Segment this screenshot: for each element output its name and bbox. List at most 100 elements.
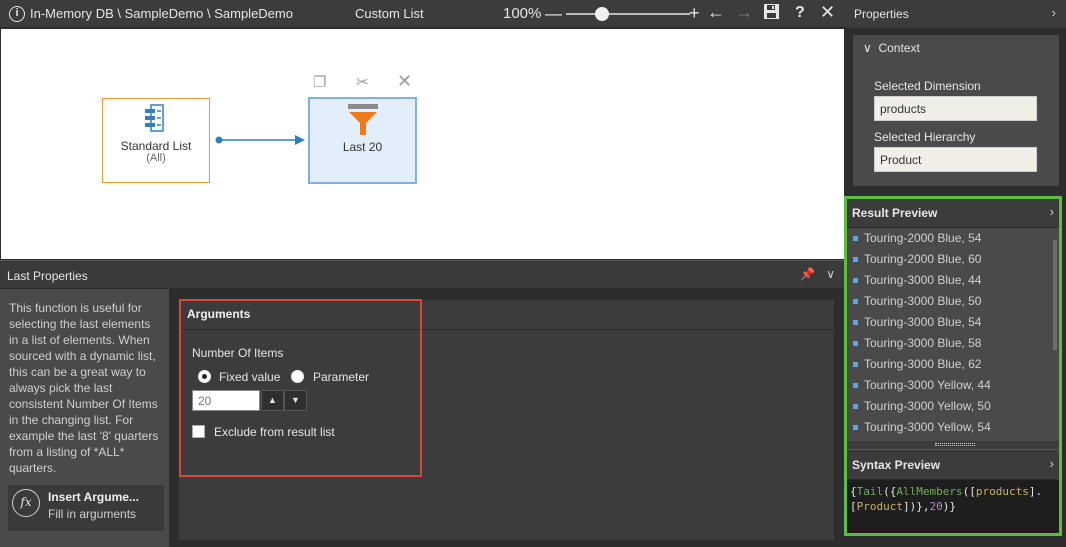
funnel-icon bbox=[348, 104, 378, 135]
syntax-hierarchy: Product bbox=[856, 500, 903, 513]
list-item[interactable]: Touring-3000 Blue, 44 bbox=[847, 270, 1051, 291]
syntax-function: Tail bbox=[856, 485, 884, 498]
insert-arguments-sub: Fill in arguments bbox=[48, 507, 137, 521]
help-panel: This function is useful for selecting th… bbox=[0, 289, 169, 547]
bullet-icon bbox=[853, 383, 858, 388]
syntax-function: AllMembers bbox=[896, 485, 963, 498]
info-icon[interactable]: i bbox=[9, 6, 25, 22]
properties-title: Properties bbox=[854, 7, 909, 21]
arguments-highlight bbox=[179, 299, 422, 477]
list-item[interactable]: Touring-3000 Blue, 50 bbox=[847, 291, 1051, 312]
app-window: i In-Memory DB \ SampleDemo \ SampleDemo… bbox=[0, 0, 1066, 547]
result-scrollbar[interactable] bbox=[1051, 228, 1059, 441]
bullet-icon bbox=[853, 299, 858, 304]
syntax-token: )} bbox=[942, 500, 956, 513]
zoom-level: 100% bbox=[503, 5, 542, 22]
syntax-dimension: products bbox=[975, 485, 1029, 498]
selected-dimension-field[interactable]: products bbox=[874, 96, 1037, 121]
top-toolbar: i In-Memory DB \ SampleDemo \ SampleDemo… bbox=[0, 0, 846, 28]
context-title: Context bbox=[878, 41, 920, 55]
chevron-down-icon[interactable]: ∨ bbox=[826, 267, 835, 281]
list-item[interactable]: Touring-2000 Blue, 54 bbox=[847, 228, 1051, 249]
list-item-label: Touring-3000 Blue, 62 bbox=[864, 357, 982, 371]
list-item[interactable]: Touring-3000 Blue, 62 bbox=[847, 354, 1051, 375]
help-text: This function is useful for selecting th… bbox=[9, 301, 159, 475]
help-icon[interactable]: ? bbox=[795, 4, 805, 22]
cut-icon[interactable]: ✂ bbox=[356, 73, 369, 91]
splitter-grip-icon bbox=[935, 443, 975, 446]
copy-icon[interactable]: ❐ bbox=[313, 73, 326, 91]
list-item-label: Touring-3000 Blue, 44 bbox=[864, 273, 982, 287]
syntax-preview-code: {Tail({AllMembers([products]. [Product])}… bbox=[847, 480, 1059, 533]
undo-icon[interactable]: ← bbox=[707, 2, 725, 23]
insert-arguments-item[interactable]: fx Insert Argume... Fill in arguments bbox=[8, 485, 164, 531]
chevron-down-icon: ∨ bbox=[863, 41, 872, 55]
standard-list-node[interactable]: Standard List (All) bbox=[102, 98, 210, 183]
standard-list-sub: (All) bbox=[146, 152, 166, 164]
pin-icon[interactable]: 📌 bbox=[800, 267, 815, 281]
list-item[interactable]: Touring-3000 Blue, 58 bbox=[847, 333, 1051, 354]
context-section: ∨ Context Selected Dimension products Se… bbox=[853, 35, 1059, 186]
list-item-label: Touring-3000 Blue, 54 bbox=[864, 315, 982, 329]
bullet-icon bbox=[853, 257, 858, 262]
zoom-slider-thumb[interactable] bbox=[595, 7, 609, 21]
syntax-preview-title: Syntax Preview bbox=[852, 458, 941, 472]
list-item-label: Touring-3000 Blue, 50 bbox=[864, 294, 982, 308]
list-item[interactable]: Touring-2000 Blue, 60 bbox=[847, 249, 1051, 270]
properties-header: Properties › bbox=[846, 0, 1066, 28]
zoom-slider-track[interactable] bbox=[566, 13, 690, 15]
close-icon[interactable]: ✕ bbox=[820, 2, 835, 23]
selected-dimension-label: Selected Dimension bbox=[874, 79, 981, 93]
result-preview-highlight: Result Preview › Touring-2000 Blue, 54 T… bbox=[844, 196, 1062, 536]
chevron-right-icon[interactable]: › bbox=[1050, 204, 1054, 219]
bullet-icon bbox=[853, 236, 858, 241]
chevron-right-icon[interactable]: › bbox=[1052, 5, 1056, 20]
diagram-canvas[interactable]: Standard List (All) ❐ ✂ ✕ Last 20 bbox=[1, 29, 844, 259]
standard-list-icon bbox=[145, 104, 164, 132]
list-item-label: Touring-3000 Yellow, 54 bbox=[864, 420, 991, 434]
save-icon[interactable] bbox=[763, 3, 780, 25]
panel-splitter[interactable] bbox=[847, 441, 1059, 449]
selected-hierarchy-label: Selected Hierarchy bbox=[874, 130, 976, 144]
result-preview-list[interactable]: Touring-2000 Blue, 54 Touring-2000 Blue,… bbox=[847, 228, 1051, 441]
syntax-token: { bbox=[850, 485, 857, 498]
last-20-label: Last 20 bbox=[342, 140, 383, 154]
context-header[interactable]: ∨ Context bbox=[863, 41, 920, 55]
syntax-number: 20 bbox=[929, 500, 943, 513]
standard-list-label: Standard List bbox=[120, 139, 192, 153]
zoom-out-icon[interactable]: — bbox=[545, 4, 562, 24]
breadcrumb-path: In-Memory DB \ SampleDemo \ SampleDemo bbox=[30, 6, 293, 21]
result-preview-header: Result Preview › bbox=[847, 199, 1059, 227]
zoom-in-icon[interactable]: + bbox=[689, 3, 700, 24]
chevron-right-icon[interactable]: › bbox=[1050, 456, 1054, 471]
bullet-icon bbox=[853, 425, 858, 430]
bullet-icon bbox=[853, 320, 858, 325]
function-icon: fx bbox=[12, 489, 40, 517]
list-item[interactable]: Touring-3000 Yellow, 54 bbox=[847, 417, 1051, 438]
list-item-label: Touring-2000 Blue, 60 bbox=[864, 252, 982, 266]
delete-icon[interactable]: ✕ bbox=[397, 71, 412, 92]
syntax-token: ]. bbox=[1028, 485, 1043, 498]
syntax-token: ([ bbox=[962, 485, 976, 498]
bullet-icon bbox=[853, 341, 858, 346]
bullet-icon bbox=[853, 362, 858, 367]
last-20-node[interactable]: Last 20 bbox=[308, 97, 417, 184]
node-connector bbox=[215, 135, 305, 145]
list-item[interactable]: Touring-3000 Yellow, 44 bbox=[847, 375, 1051, 396]
list-item-label: Touring-3000 Blue, 58 bbox=[864, 336, 982, 350]
bullet-icon bbox=[853, 278, 858, 283]
scrollbar-thumb[interactable] bbox=[1053, 240, 1057, 350]
insert-arguments-title: Insert Argume... bbox=[48, 490, 139, 504]
redo-icon[interactable]: → bbox=[735, 2, 753, 23]
page-title: Custom List bbox=[355, 6, 424, 21]
result-preview-title: Result Preview bbox=[852, 206, 938, 220]
bullet-icon bbox=[853, 404, 858, 409]
selected-hierarchy-field[interactable]: Product bbox=[874, 147, 1037, 172]
list-item-label: Touring-3000 Yellow, 44 bbox=[864, 378, 991, 392]
list-item[interactable]: Touring-3000 Blue, 54 bbox=[847, 312, 1051, 333]
list-item-label: Touring-3000 Yellow, 50 bbox=[864, 399, 991, 413]
syntax-token: [ bbox=[850, 500, 857, 513]
properties-panel: Properties › ∨ Context Selected Dimensio… bbox=[844, 0, 1066, 547]
last-properties-header: Last Properties 📌 ∨ bbox=[0, 260, 845, 288]
list-item[interactable]: Touring-3000 Yellow, 50 bbox=[847, 396, 1051, 417]
